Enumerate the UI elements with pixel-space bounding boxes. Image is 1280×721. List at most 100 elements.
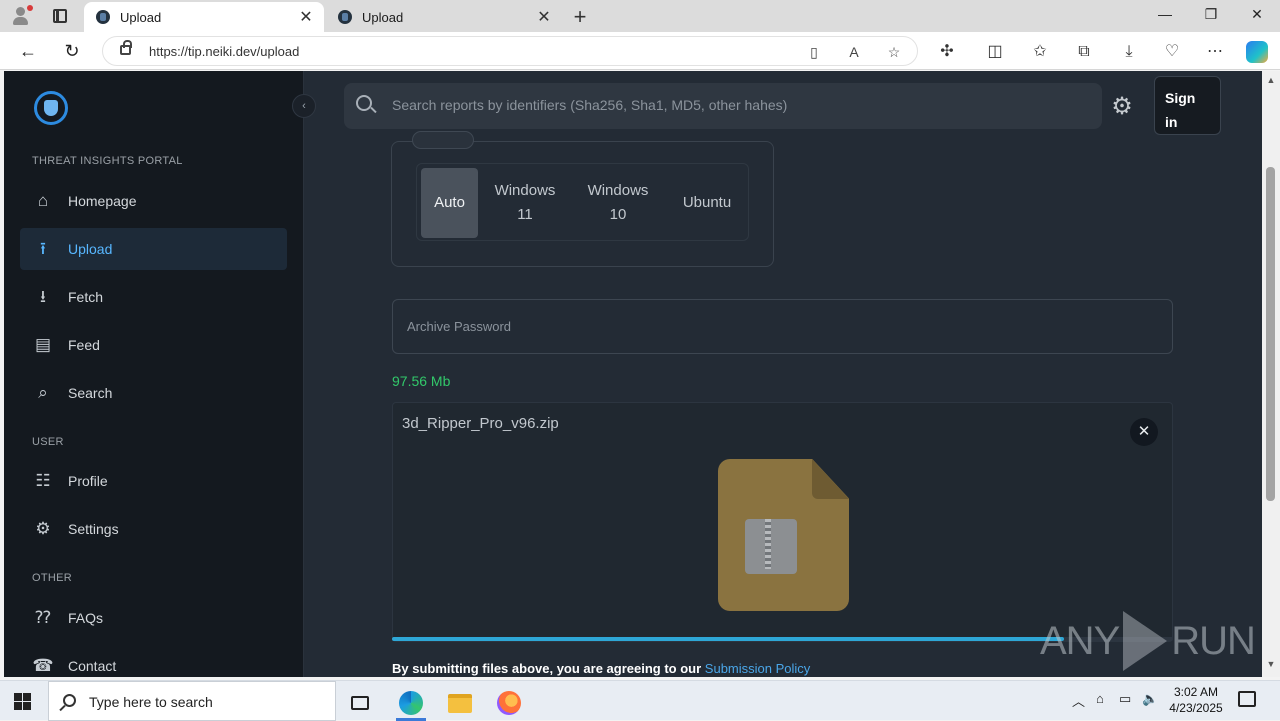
play-triangle-icon <box>1123 611 1168 671</box>
downloads-icon[interactable]: ⤓ <box>1118 41 1140 63</box>
network-icon[interactable]: ▭ <box>1119 691 1131 707</box>
task-view-icon <box>351 696 369 710</box>
sidebar-section-portal: THREAT INSIGHTS PORTAL <box>32 155 183 167</box>
home-icon: ⌂ <box>37 191 49 210</box>
os-option-windows-11[interactable]: Windows 11 <box>486 168 564 238</box>
anyrun-watermark: ANY RUN <box>1040 611 1256 671</box>
read-aloud-icon[interactable]: A <box>845 43 863 61</box>
search-icon <box>356 95 372 111</box>
sidebar-item-homepage[interactable]: ⌂ Homepage <box>20 180 287 222</box>
profile-icon[interactable] <box>10 5 33 27</box>
faq-icon: ⁇ <box>35 608 51 627</box>
extensions-icon[interactable]: ✣ <box>936 41 958 63</box>
upload-progress-fill <box>392 637 1064 641</box>
taskbar-edge-button[interactable] <box>388 685 434 721</box>
split-screen-icon[interactable]: ◫ <box>984 41 1006 63</box>
lock-icon[interactable] <box>120 40 132 55</box>
watermark-right: RUN <box>1171 618 1256 663</box>
scroll-down-icon[interactable]: ▼ <box>1265 659 1277 669</box>
search-placeholder: Search reports by identifiers (Sha256, S… <box>392 97 788 113</box>
sidebar-item-contact[interactable]: ☎ Contact <box>20 645 287 677</box>
sidebar-item-feed[interactable]: ▤ Feed <box>20 324 287 366</box>
browser-essentials-icon[interactable]: ♡ <box>1161 41 1183 63</box>
sidebar-item-settings[interactable]: ⚙ Settings <box>20 508 287 550</box>
copilot-icon[interactable] <box>1246 41 1268 63</box>
tab-label: Upload <box>362 9 404 25</box>
archive-password-field[interactable]: Archive Password <box>392 299 1173 354</box>
taskbar-firefox-button[interactable] <box>486 685 532 721</box>
uploaded-file-card: 3d_Ripper_Pro_v96.zip ✕ <box>392 402 1173 642</box>
sidebar-item-label: Search <box>68 385 113 401</box>
sign-in-button[interactable]: Sign in <box>1154 76 1221 135</box>
notifications-icon[interactable] <box>1238 691 1256 707</box>
restore-icon[interactable]: ❐ <box>1188 6 1234 23</box>
firefox-icon <box>497 691 521 715</box>
taskbar-search-placeholder: Type here to search <box>89 694 213 710</box>
close-tab-icon[interactable]: ✕ <box>534 7 554 27</box>
close-tab-icon[interactable]: ✕ <box>296 7 316 27</box>
settings-gear-icon[interactable]: ⚙ <box>1110 95 1134 119</box>
collapse-sidebar-button[interactable]: ‹ <box>292 94 316 118</box>
report-search-input[interactable]: Search reports by identifiers (Sha256, S… <box>344 83 1102 129</box>
submission-policy-link[interactable]: Submission Policy <box>705 661 811 676</box>
os-selector-badge <box>412 131 474 149</box>
task-view-button[interactable] <box>337 685 383 721</box>
submission-policy-notice: By submitting files above, you are agree… <box>392 661 810 676</box>
sidebar-item-upload[interactable]: ⭱ Upload <box>20 228 287 270</box>
browser-toolbar: ← ↻ https://tip.neiki.dev/upload ▯ A ☆ ✣… <box>0 32 1280 70</box>
minimize-icon[interactable]: — <box>1142 6 1188 22</box>
sidebar-item-label: Fetch <box>68 289 104 305</box>
sidebar-item-label: Profile <box>68 473 108 489</box>
sidebar-item-label: Settings <box>68 521 119 537</box>
favorites-icon[interactable]: ✩ <box>1029 41 1051 63</box>
browser-tab-upload-active[interactable]: Upload ✕ <box>84 2 324 32</box>
os-option-ubuntu[interactable]: Ubuntu <box>674 168 740 238</box>
windows-taskbar: Type here to search ︿ ⌂ ▭ 🔈 3:02 AM 4/23… <box>0 680 1280 721</box>
taskbar-clock[interactable]: 3:02 AM 4/23/2025 <box>1164 684 1228 716</box>
web-page: THREAT INSIGHTS PORTAL ⌂ Homepage ⭱ Uplo… <box>4 71 1262 677</box>
contact-icon: ☎ <box>32 656 54 675</box>
browser-tab-upload[interactable]: Upload ✕ <box>326 2 562 32</box>
upload-icon: ⭱ <box>40 239 46 258</box>
taskbar-explorer-button[interactable] <box>437 685 483 721</box>
sidebar-section-other: OTHER <box>32 572 72 584</box>
os-option-windows-10[interactable]: Windows 10 <box>580 168 656 238</box>
sidebar-item-search[interactable]: ⌕ Search <box>20 372 287 414</box>
remove-file-button[interactable]: ✕ <box>1130 418 1158 446</box>
sidebar-item-profile[interactable]: ☷ Profile <box>20 460 287 502</box>
sidebar: THREAT INSIGHTS PORTAL ⌂ Homepage ⭱ Uplo… <box>4 71 304 677</box>
url-text[interactable]: https://tip.neiki.dev/upload <box>149 44 299 59</box>
taskbar-search-input[interactable]: Type here to search <box>48 681 336 721</box>
scroll-up-icon[interactable]: ▲ <box>1265 75 1277 85</box>
close-window-icon[interactable]: ✕ <box>1234 6 1280 23</box>
profile-icon: ☷ <box>35 471 51 490</box>
scrollbar-thumb[interactable] <box>1266 167 1275 501</box>
reader-view-icon[interactable]: ▯ <box>805 43 823 61</box>
more-menu-icon[interactable]: ⋯ <box>1204 41 1226 63</box>
file-explorer-icon <box>448 693 472 713</box>
sidebar-item-label: Homepage <box>68 193 137 209</box>
show-hidden-icons-icon[interactable]: ︿ <box>1072 691 1085 710</box>
tab-actions-icon[interactable] <box>53 9 67 23</box>
os-option-auto[interactable]: Auto <box>421 168 478 238</box>
clock-date: 4/23/2025 <box>1169 701 1223 715</box>
file-size-label: 97.56 Mb <box>392 373 451 389</box>
archive-password-placeholder: Archive Password <box>407 319 512 334</box>
download-icon: ⭳ <box>40 287 46 306</box>
sidebar-item-label: Feed <box>68 337 100 353</box>
sidebar-item-faqs[interactable]: ⁇ FAQs <box>20 597 287 639</box>
gear-icon: ⚙ <box>35 519 51 538</box>
collections-icon[interactable]: ⧉ <box>1073 41 1095 63</box>
back-icon[interactable]: ← <box>16 39 40 63</box>
volume-icon[interactable]: 🔈 <box>1142 691 1158 707</box>
tray-device-icon[interactable]: ⌂ <box>1096 691 1104 706</box>
favorite-star-icon[interactable]: ☆ <box>885 43 903 61</box>
file-name: 3d_Ripper_Pro_v96.zip <box>402 415 559 432</box>
refresh-icon[interactable]: ↻ <box>60 39 84 63</box>
windows-start-icon[interactable] <box>14 693 31 710</box>
sidebar-item-fetch[interactable]: ⭳ Fetch <box>20 276 287 318</box>
portal-logo-icon[interactable] <box>34 91 68 125</box>
address-bar[interactable]: https://tip.neiki.dev/upload ▯ A ☆ <box>102 36 918 66</box>
page-scrollbar[interactable]: ▲ ▼ <box>1262 71 1280 677</box>
new-tab-icon[interactable]: + <box>568 4 592 30</box>
